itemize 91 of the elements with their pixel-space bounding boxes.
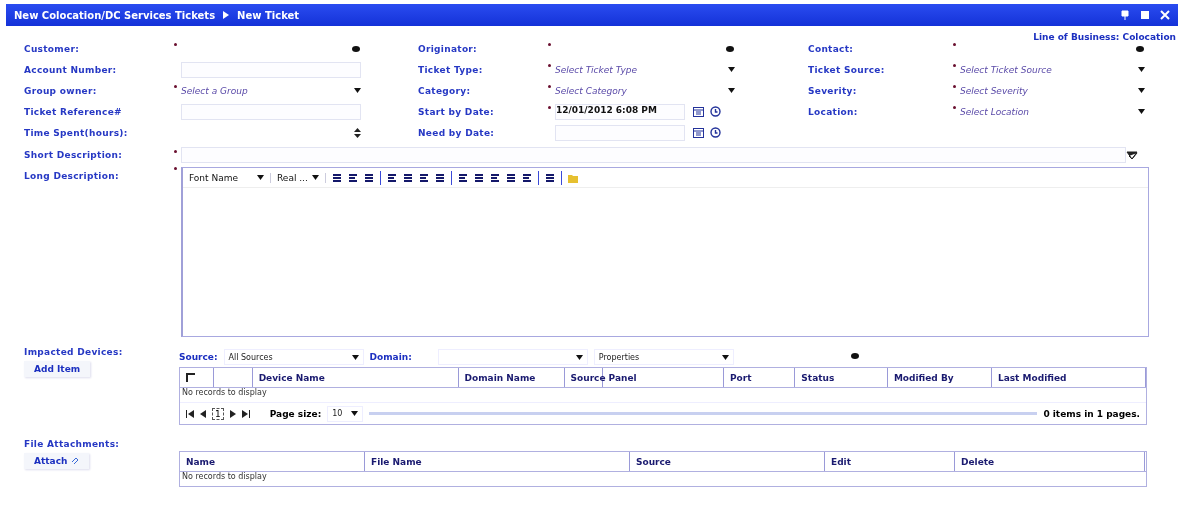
field-label: Category:: [418, 85, 472, 96]
column-header[interactable]: Name: [180, 452, 365, 471]
calendar-icon[interactable]: [693, 127, 704, 138]
breadcrumb-link[interactable]: New Colocation/DC Services Tickets: [14, 9, 216, 21]
pager-summary: 0 items in 1 pages.: [1043, 408, 1140, 419]
field-label: Location:: [808, 106, 859, 117]
column-header[interactable]: Delete: [955, 452, 1145, 471]
select-field[interactable]: Select Ticket Source: [960, 60, 1145, 79]
column-header[interactable]: Domain Name: [458, 368, 565, 387]
font-name-select[interactable]: Font Name: [189, 172, 271, 183]
page-size-label: Page size:: [269, 408, 322, 419]
calendar-icon[interactable]: [693, 106, 704, 117]
caret-icon[interactable]: [1138, 67, 1145, 72]
next-page-icon[interactable]: [229, 409, 236, 418]
field-label: Group owner:: [24, 85, 98, 96]
column-header[interactable]: Source: [630, 452, 825, 471]
column-header[interactable]: Device Name: [252, 368, 459, 387]
field-label: Originator:: [418, 43, 478, 54]
empty-message: No records to display: [181, 388, 268, 399]
caret-icon[interactable]: [728, 67, 735, 72]
clock-icon[interactable]: [710, 106, 721, 117]
field-label: Account Number:: [24, 64, 118, 75]
caret-icon[interactable]: [351, 411, 359, 416]
field-label: Start by Date:: [418, 106, 495, 117]
spellcheck-icon[interactable]: [1126, 150, 1138, 160]
align-center-icon[interactable]: [402, 172, 413, 183]
text-field[interactable]: [181, 103, 361, 120]
justify-icon[interactable]: [434, 172, 445, 183]
field-label: Ticket Source:: [808, 64, 886, 75]
first-page-icon[interactable]: [186, 409, 194, 418]
font-size-select[interactable]: Real ...: [277, 172, 326, 183]
prev-page-icon[interactable]: [200, 409, 206, 418]
attach-button[interactable]: Attach: [24, 453, 90, 469]
field-label: Long Description:: [24, 171, 120, 183]
source-select[interactable]: All Sources: [223, 349, 364, 365]
field-label: Ticket Reference#: [24, 106, 123, 117]
field-label: Short Description:: [24, 150, 124, 160]
text-field[interactable]: [181, 61, 361, 78]
pin-icon[interactable]: [1120, 10, 1130, 20]
add-item-button[interactable]: Add Item: [24, 361, 91, 377]
properties-select[interactable]: Properties: [593, 349, 734, 365]
close-icon[interactable]: [1160, 10, 1170, 20]
column-header[interactable]: Status: [795, 368, 888, 387]
filter-label: Source:: [179, 352, 218, 362]
empty-message: No records to display: [181, 472, 268, 483]
select-field[interactable]: Select a Group: [181, 81, 361, 100]
section-label: File Attachments:: [24, 439, 121, 449]
breadcrumb-current: New Ticket: [237, 9, 300, 21]
align-left-icon[interactable]: [386, 172, 397, 183]
page-number[interactable]: 1: [212, 407, 224, 420]
caret-icon[interactable]: [354, 88, 361, 93]
text-field[interactable]: [181, 147, 1126, 163]
caret-icon[interactable]: [351, 354, 359, 360]
page-size-select[interactable]: 10: [327, 405, 364, 422]
field-label: Customer:: [24, 43, 81, 54]
last-page-icon[interactable]: [241, 409, 250, 418]
select-field[interactable]: Select Ticket Type: [555, 60, 735, 79]
column-header[interactable]: Modified By: [887, 368, 992, 387]
date-field[interactable]: [555, 124, 685, 141]
column-header[interactable]: Source: [564, 368, 603, 387]
caret-icon[interactable]: [311, 175, 319, 180]
column-header[interactable]: Last Modified: [991, 368, 1146, 387]
caret-icon[interactable]: [257, 175, 264, 180]
select-field[interactable]: Select Location: [960, 102, 1145, 121]
field-label: Need by Date:: [418, 127, 496, 138]
spin-icon[interactable]: [354, 127, 361, 138]
section-label: Impacted Devices:: [24, 347, 124, 357]
field-label: Time Spent(hours):: [24, 127, 129, 138]
caret-icon[interactable]: [728, 88, 735, 93]
restore-icon[interactable]: [1140, 10, 1150, 20]
select-field[interactable]: Select Category: [555, 81, 735, 100]
align-right-icon[interactable]: [418, 172, 429, 183]
clock-icon[interactable]: [710, 127, 721, 138]
field-label: Severity:: [808, 85, 858, 96]
select-all-checkbox[interactable]: [186, 373, 195, 382]
field-label: Ticket Type:: [418, 64, 484, 75]
caret-icon[interactable]: [721, 354, 729, 360]
rich-text-editor[interactable]: Font Name Real ...: [181, 167, 1149, 337]
date-field[interactable]: 12/01/2012 6:08 PM: [555, 103, 685, 120]
caret-icon[interactable]: [1138, 88, 1145, 93]
caret-icon[interactable]: [575, 354, 583, 360]
caret-icon[interactable]: [1138, 109, 1145, 114]
line-of-business: Line of Business: Colocation: [1033, 32, 1176, 42]
paperclip-icon[interactable]: [71, 457, 80, 465]
column-header[interactable]: Port: [723, 368, 796, 387]
filter-label: Domain:: [369, 352, 412, 362]
column-header[interactable]: File Name: [365, 452, 630, 471]
field-label: Contact:: [808, 43, 855, 54]
select-field[interactable]: Select Severity: [960, 81, 1145, 100]
chevron-icon[interactable]: [223, 11, 230, 19]
column-header[interactable]: Edit: [825, 452, 955, 471]
